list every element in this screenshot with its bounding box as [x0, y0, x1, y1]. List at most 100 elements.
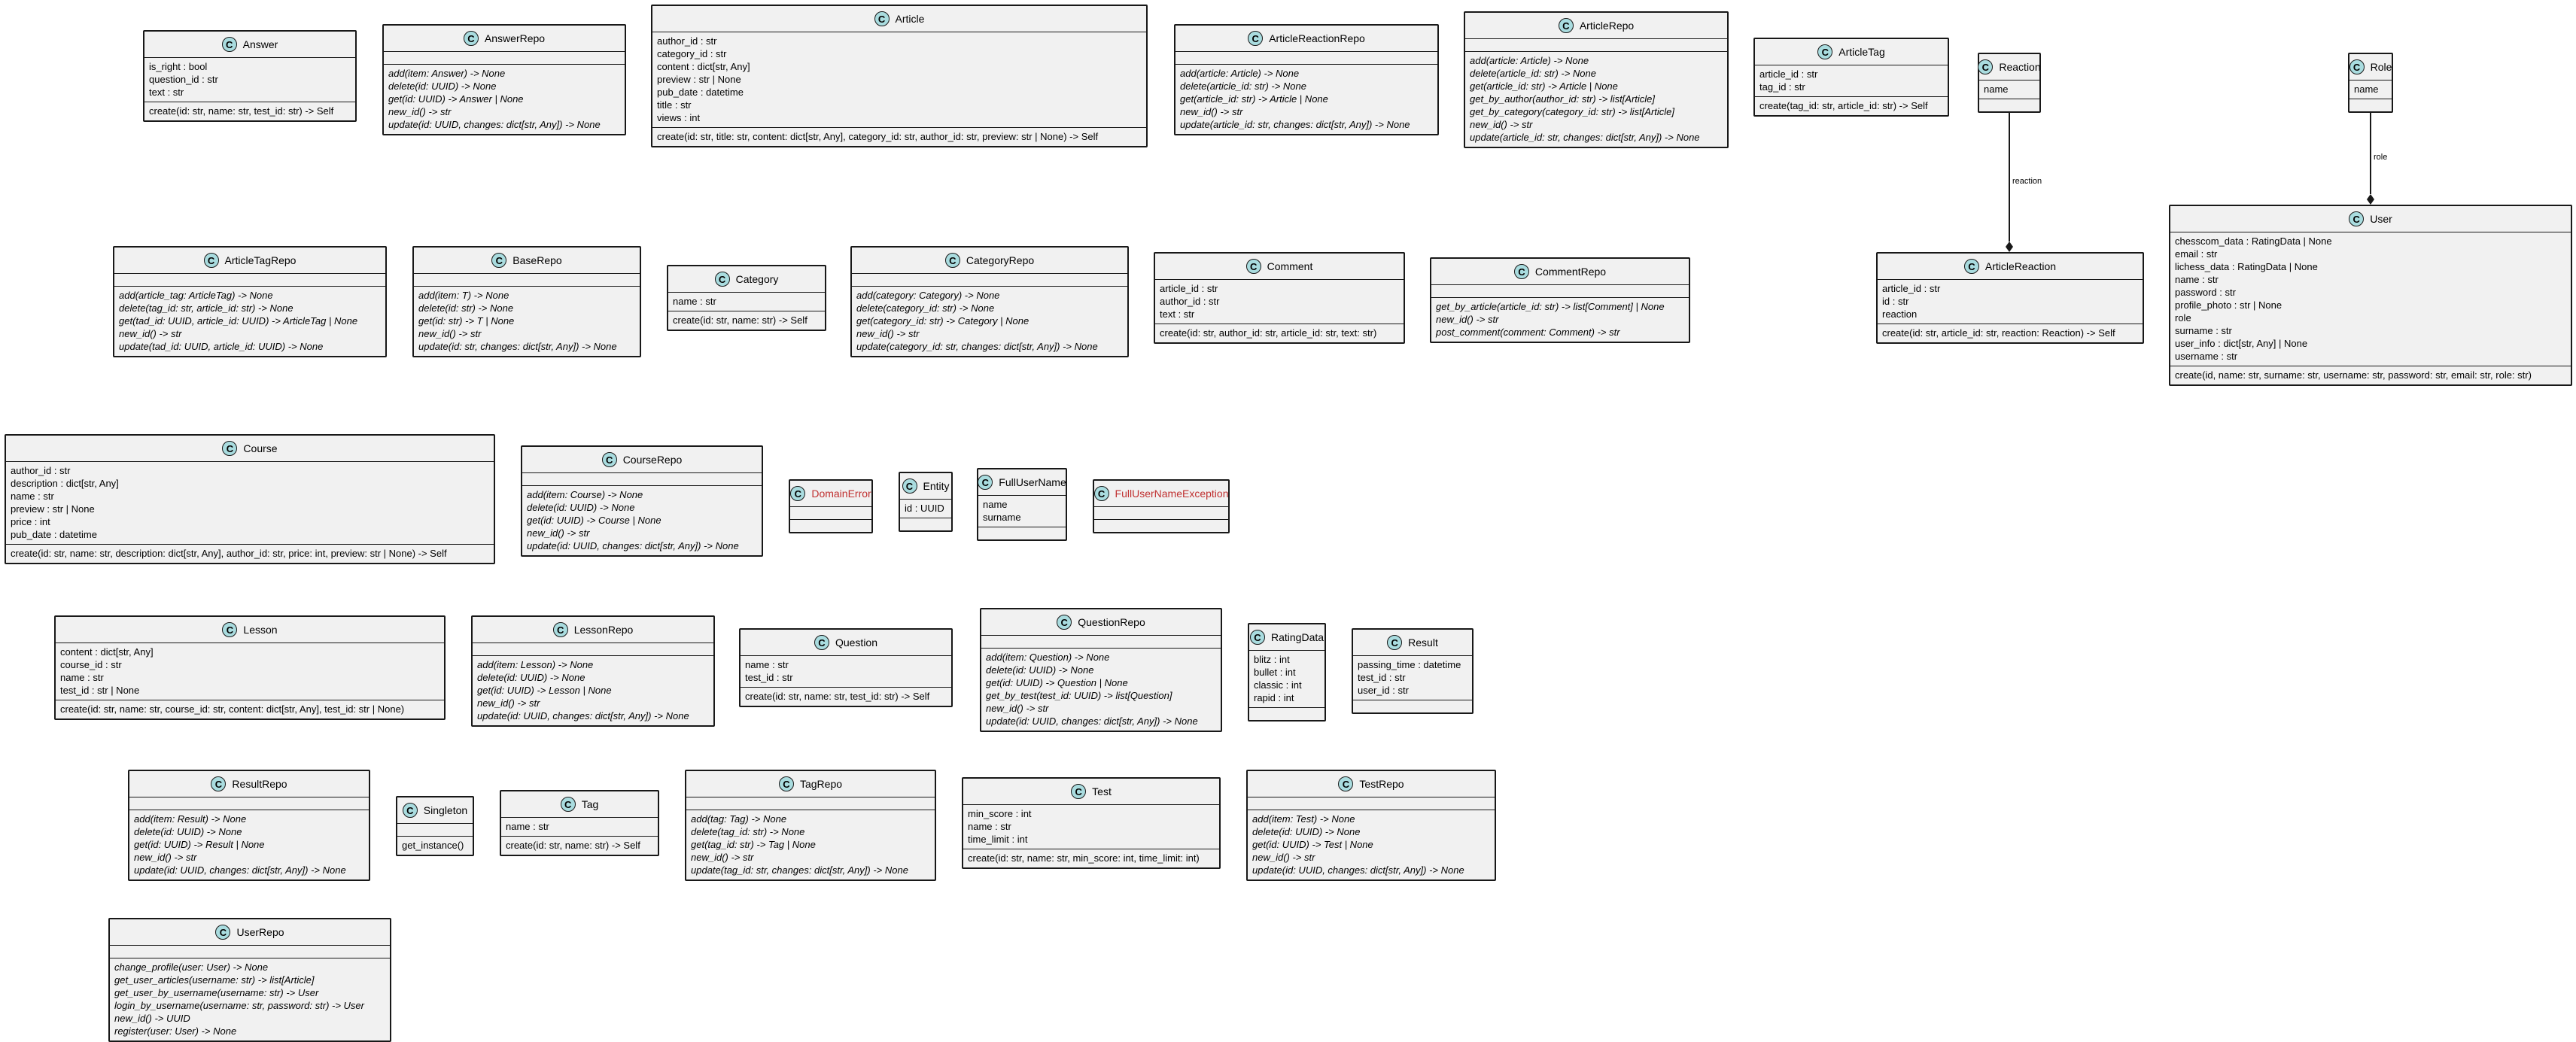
- field: lichess_data : RatingData | None: [2175, 261, 2318, 272]
- class-name: Article: [895, 13, 925, 25]
- class-name: ArticleReactionRepo: [1269, 32, 1365, 44]
- field: description : dict[str, Any]: [11, 478, 119, 489]
- field: id : UUID: [905, 503, 944, 514]
- fields-section: [686, 797, 935, 810]
- class-user-repo[interactable]: C UserRepo change_profile(user: User) -> N…: [108, 918, 391, 1042]
- method: delete(id: UUID) -> None: [134, 826, 242, 837]
- class-reaction[interactable]: C Reaction name: [1978, 53, 2041, 113]
- class-question-repo[interactable]: C QuestionRepo add(item: Question) -> None…: [980, 608, 1222, 732]
- class-name: FullUserName: [999, 476, 1066, 488]
- class-result-repo[interactable]: C ResultRepo add(item: Result) -> None dele…: [128, 770, 370, 881]
- class-entity[interactable]: C Entity id : UUID: [899, 472, 953, 532]
- method: create(id: str, author_id: str, article_…: [1160, 327, 1377, 339]
- field: name: [1984, 84, 2009, 95]
- class-header: C CategoryRepo: [852, 248, 1127, 274]
- class-test-repo[interactable]: C TestRepo add(item: Test) -> None delete(i…: [1246, 770, 1496, 881]
- class-role[interactable]: C Role name: [2348, 53, 2393, 113]
- fields-section: name: [1979, 81, 2039, 99]
- field: profile_photo : str | None: [2175, 299, 2283, 311]
- field: name : str: [673, 296, 716, 307]
- fields-section: name : str: [501, 818, 658, 837]
- class-question[interactable]: C Question name : str test_id : str create(i…: [739, 628, 953, 707]
- fields-section: [790, 507, 871, 520]
- method: create(id: str, name: str, course_id: st…: [60, 703, 405, 715]
- method: delete(id: UUID) -> None: [477, 672, 585, 683]
- method: new_id() -> UUID: [114, 1013, 190, 1024]
- relation-label: role: [2374, 153, 2388, 162]
- field: question_id : str: [149, 74, 218, 85]
- class-comment[interactable]: C Comment article_id : str author_id : str t…: [1154, 252, 1405, 344]
- class-article-tag-repo[interactable]: C ArticleTagRepo add(article_tag: ArticleT…: [113, 246, 387, 357]
- class-article-tag[interactable]: C ArticleTag article_id : str tag_id : str c…: [1753, 38, 1949, 117]
- class-name: Answer: [242, 38, 278, 50]
- class-full-user-name[interactable]: C FullUserName name surname: [977, 468, 1067, 541]
- class-base-repo[interactable]: C BaseRepo add(item: T) -> None delete(id: …: [412, 246, 641, 357]
- method: create(id: str, name: str) -> Self: [673, 314, 807, 326]
- class-name: ArticleTagRepo: [224, 254, 297, 266]
- methods-section: get_instance(): [397, 837, 473, 855]
- class-full-user-name-exception[interactable]: C FullUserNameException: [1093, 479, 1230, 533]
- class-comment-repo[interactable]: C CommentRepo get_by_article(article_id: s…: [1430, 257, 1690, 343]
- class-result[interactable]: C Result passing_time : datetime test_id : …: [1352, 628, 1474, 714]
- method: add(item: Result) -> None: [134, 813, 247, 825]
- class-domain-error[interactable]: C DomainError: [789, 479, 873, 533]
- class-header: C User: [2170, 206, 2571, 232]
- class-name: AnswerRepo: [484, 32, 546, 44]
- method: get(tad_id: UUID, article_id: UUID) -> A…: [119, 315, 358, 327]
- methods-section: create(id: str, title: str, content: dic…: [652, 128, 1146, 146]
- fields-section: [981, 636, 1221, 649]
- field: reaction: [1882, 308, 1918, 320]
- class-singleton[interactable]: C Singleton get_instance(): [396, 796, 474, 856]
- class-name: CategoryRepo: [966, 254, 1035, 266]
- class-rating-data[interactable]: C RatingData blitz : int bullet : int classi…: [1248, 623, 1326, 722]
- class-course[interactable]: C Course author_id : str description : dict…: [5, 434, 495, 564]
- methods-section: add(item: Result) -> None delete(id: UUID…: [129, 810, 369, 879]
- field: article_id : str: [1882, 283, 1941, 294]
- methods-section: [900, 518, 951, 530]
- class-tag[interactable]: C Tag name : str create(id: str, name: str)…: [500, 790, 659, 856]
- class-name: QuestionRepo: [1078, 616, 1145, 628]
- class-header: C AnswerRepo: [384, 26, 625, 52]
- class-name: User: [2370, 213, 2392, 225]
- class-tag-repo[interactable]: C TagRepo add(tag: Tag) -> None delete(tag_…: [685, 770, 936, 881]
- method: update(id: UUID, changes: dict[str, Any]…: [477, 710, 689, 722]
- class-answer[interactable]: C Answer is_right : bool question_id : str t…: [143, 30, 357, 122]
- method: delete(id: UUID) -> None: [1252, 826, 1361, 837]
- fields-section: [114, 274, 385, 287]
- class-circle-icon: C: [203, 253, 219, 268]
- class-circle-icon: C: [2349, 59, 2365, 74]
- method: get_by_test(test_id: UUID) -> list[Quest…: [986, 690, 1172, 701]
- class-course-repo[interactable]: C CourseRepo add(item: Course) -> None dele…: [521, 445, 763, 557]
- class-category[interactable]: C Category name : str create(id: str, name:…: [667, 265, 826, 331]
- fields-section: [397, 824, 473, 837]
- class-article-reaction[interactable]: C ArticleReaction article_id : str id : str…: [1876, 252, 2144, 344]
- class-answer-repo[interactable]: C AnswerRepo add(item: Answer) -> None dele…: [382, 24, 626, 135]
- class-article[interactable]: C Article author_id : str category_id : str…: [651, 5, 1148, 147]
- class-lesson[interactable]: C Lesson content : dict[str, Any] course_id…: [54, 615, 446, 720]
- field: user_info : dict[str, Any] | None: [2175, 338, 2308, 349]
- methods-section: add(tag: Tag) -> None delete(tag_id: str)…: [686, 810, 935, 879]
- composition-diamond: [2367, 194, 2374, 205]
- class-user[interactable]: C User chesscom_data : RatingData | None em…: [2169, 205, 2572, 386]
- class-lesson-repo[interactable]: C LessonRepo add(item: Lesson) -> None dele…: [471, 615, 715, 727]
- class-circle-icon: C: [778, 776, 794, 791]
- fields-section: [1465, 39, 1727, 52]
- field: passing_time : datetime: [1358, 659, 1461, 670]
- class-article-reaction-repo[interactable]: C ArticleReactionRepo add(article: Article…: [1174, 24, 1439, 135]
- method: update(article_id: str, changes: dict[st…: [1470, 132, 1700, 143]
- class-circle-icon: C: [1338, 776, 1354, 791]
- field: bullet : int: [1254, 667, 1296, 678]
- fields-section: author_id : str category_id : str content …: [652, 32, 1146, 128]
- fields-section: min_score : int name : str time_limit : in…: [963, 805, 1219, 849]
- method: delete(category_id: str) -> None: [856, 302, 995, 314]
- class-diagram-canvas: C Answer is_right : bool question_id : str t…: [0, 0, 2576, 1042]
- methods-section: [1094, 520, 1228, 532]
- method: new_id() -> str: [119, 328, 182, 339]
- class-name: Reaction: [1999, 61, 2041, 73]
- method: get(id: UUID) -> Result | None: [134, 839, 265, 850]
- class-category-repo[interactable]: C CategoryRepo add(category: Category) -> …: [850, 246, 1129, 357]
- class-test[interactable]: C Test min_score : int name : str time_limit…: [962, 777, 1221, 869]
- fields-section: article_id : str tag_id : str: [1755, 65, 1948, 97]
- field: pub_date : datetime: [657, 87, 744, 98]
- class-article-repo[interactable]: C ArticleRepo add(article: Article) -> Non…: [1464, 11, 1729, 148]
